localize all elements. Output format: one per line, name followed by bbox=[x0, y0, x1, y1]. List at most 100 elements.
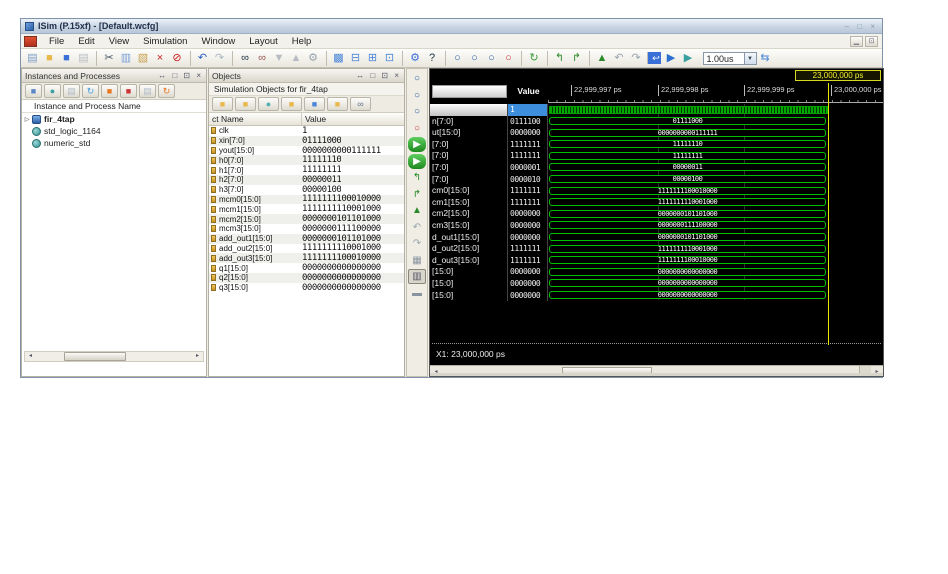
redo-icon[interactable]: ↷ bbox=[212, 51, 228, 66]
instances-column-header[interactable]: Instance and Process Name bbox=[22, 100, 206, 113]
waveform[interactable]: 0000000101101000 bbox=[548, 232, 883, 244]
run-back-icon[interactable]: ↶ bbox=[611, 51, 627, 66]
object-row[interactable]: yout[15:0] 0000000000111111 bbox=[209, 146, 404, 156]
cascade-windows-icon[interactable]: ▩ bbox=[325, 50, 347, 66]
filter-input-icon[interactable]: ■ bbox=[212, 97, 233, 111]
zoom-in-icon[interactable]: ○ bbox=[408, 71, 426, 86]
object-row[interactable]: h1[7:0] 11111111 bbox=[209, 165, 404, 175]
object-row[interactable]: mcm2[15:0] 0000000101101000 bbox=[209, 214, 404, 224]
new-icon[interactable]: ▤ bbox=[25, 51, 41, 66]
waveform[interactable]: 1111111100010000 bbox=[548, 185, 883, 197]
wave-signal-row[interactable]: d_out1[15:0] 0000000 0000000101101000 bbox=[430, 231, 883, 244]
waveform[interactable]: 11111110 bbox=[548, 139, 883, 151]
delete-icon[interactable]: × bbox=[152, 51, 168, 66]
find-remove-icon[interactable]: ∞ bbox=[254, 51, 270, 66]
wave-name-column-header[interactable] bbox=[432, 85, 507, 98]
run-forward-icon[interactable]: ↷ bbox=[628, 51, 644, 66]
object-row[interactable]: mcm0[15:0] 1111111100010000 bbox=[209, 194, 404, 204]
zoom-full-icon[interactable]: ○ bbox=[408, 104, 426, 119]
prev-transition-icon[interactable]: ↰ bbox=[408, 170, 426, 185]
tree-item[interactable]: numeric_std bbox=[22, 137, 206, 149]
wave-signal-name[interactable]: [15:0] bbox=[430, 266, 508, 278]
wave-signal-name[interactable]: cm2[15:0] bbox=[430, 208, 508, 220]
menu-item[interactable]: Layout bbox=[242, 35, 285, 48]
wave-signal-name[interactable]: d_out3[15:0] bbox=[430, 254, 508, 267]
window-controls[interactable]: – □ × bbox=[845, 22, 878, 31]
wave-cursor[interactable] bbox=[828, 83, 829, 345]
objects-grid-header[interactable]: ct Name Value bbox=[209, 113, 404, 126]
wave-signal-row[interactable]: cm2[15:0] 0000000 0000000101101000 bbox=[430, 208, 883, 220]
waveform[interactable]: 0000000000000000 bbox=[548, 266, 883, 278]
wrench-icon[interactable]: ⚙ bbox=[402, 50, 423, 66]
add-marker-icon[interactable]: ▲ bbox=[408, 203, 426, 218]
filter-internal-icon[interactable]: ■ bbox=[281, 97, 302, 111]
goto-time-icon[interactable]: ↩ bbox=[646, 52, 661, 64]
wave-signal-name[interactable]: [7:0] bbox=[430, 138, 508, 151]
wave-signal-row[interactable]: [7:0] 1111111 11111111 bbox=[430, 150, 883, 162]
zoom-in-icon[interactable]: ○ bbox=[444, 50, 466, 66]
filter-variable-icon[interactable]: ■ bbox=[327, 97, 348, 111]
zoom-full-icon[interactable]: ○ bbox=[484, 51, 500, 66]
reload-icon[interactable]: ↻ bbox=[82, 84, 99, 98]
pur-icon[interactable]: ■ bbox=[120, 84, 137, 98]
objects-panel-header[interactable]: Objects ↔ □ ⊡ × bbox=[209, 69, 404, 83]
menu-item[interactable]: Help bbox=[285, 35, 319, 48]
tree-expander[interactable]: ▷ bbox=[22, 116, 32, 123]
wave-signal-row[interactable]: cm1[15:0] 1111111 1111111110001000 bbox=[430, 196, 883, 209]
object-row[interactable]: add_out3[15:0] 1111111100010000 bbox=[209, 253, 404, 263]
cut-icon[interactable]: ✂ bbox=[96, 50, 117, 66]
waveform[interactable]: 1111111110001000 bbox=[548, 197, 883, 209]
settings-gear-icon[interactable]: ⚙ bbox=[305, 51, 321, 66]
package-icon[interactable]: ● bbox=[44, 84, 61, 98]
waveform[interactable] bbox=[548, 104, 883, 116]
step-icon[interactable]: ⇆ bbox=[757, 51, 773, 66]
next-transition-icon[interactable]: ↱ bbox=[408, 187, 426, 202]
object-row[interactable]: mcm1[15:0] 1111111110001000 bbox=[209, 204, 404, 214]
instance-icon[interactable]: ■ bbox=[25, 84, 42, 98]
wave-signal-name[interactable]: cm3[15:0] bbox=[430, 219, 508, 232]
object-row[interactable]: add_out2[15:0] 1111111110001000 bbox=[209, 243, 404, 253]
disable-icon[interactable]: ⊘ bbox=[169, 51, 185, 66]
menu-item[interactable]: File bbox=[42, 35, 71, 48]
print-icon[interactable]: ▤ bbox=[76, 51, 92, 66]
paste-icon[interactable]: ▧ bbox=[135, 51, 151, 66]
zoom-cursor-icon[interactable]: ○ bbox=[501, 51, 517, 66]
wave-signal-row[interactable]: [15:0] 0000000 0000000000000000 bbox=[430, 277, 883, 290]
waveform[interactable]: 0000000101101000 bbox=[548, 208, 883, 220]
break-icon[interactable]: ■ bbox=[101, 84, 118, 98]
filter-inout-icon[interactable]: ● bbox=[258, 97, 279, 111]
wave-signal-name[interactable]: d_out2[15:0] bbox=[430, 243, 508, 255]
wave-signal-row[interactable]: cm3[15:0] 0000000 0000000111100000 bbox=[430, 219, 883, 232]
wave-signal-row[interactable]: 1 bbox=[430, 104, 883, 116]
layout-icon[interactable]: ⊡ bbox=[382, 51, 398, 66]
search-objects-icon[interactable]: ∞ bbox=[350, 97, 371, 111]
wave-signal-name[interactable]: cm0[15:0] bbox=[430, 185, 508, 197]
wave-signal-row[interactable]: ut[15:0] 0000000 0000000000111111 bbox=[430, 127, 883, 139]
wave-signal-name[interactable] bbox=[430, 104, 508, 116]
wave-signal-row[interactable]: n[7:0] 0111100 01111000 bbox=[430, 115, 883, 128]
object-row[interactable]: add_out1[15:0] 0000000101101000 bbox=[209, 234, 404, 244]
instances-hscrollbar[interactable]: ◂ ▸ bbox=[24, 351, 204, 362]
source-icon[interactable]: ▤ bbox=[63, 84, 80, 98]
prev-event-icon[interactable]: ↰ bbox=[546, 50, 568, 66]
waveform[interactable]: 11111111 bbox=[548, 150, 883, 162]
wave-signal-name[interactable]: [15:0] bbox=[430, 289, 508, 302]
wave-signal-name[interactable]: [7:0] bbox=[430, 150, 508, 162]
waveform[interactable]: 0000000111100000 bbox=[548, 220, 883, 232]
run-all-icon[interactable]: ▶ bbox=[663, 51, 679, 66]
wave-signal-row[interactable]: [7:0] 0000001 00000011 bbox=[430, 161, 883, 174]
wave-signal-name[interactable]: [7:0] bbox=[430, 173, 508, 186]
wave-signal-row[interactable]: [15:0] 0000000 0000000000000000 bbox=[430, 289, 883, 302]
zoom-out-icon[interactable]: ○ bbox=[408, 88, 426, 103]
waveform[interactable]: 01111000 bbox=[548, 116, 883, 128]
object-row[interactable]: clk 1 bbox=[209, 126, 404, 136]
tree-item[interactable]: ▷ fir_4tap bbox=[22, 113, 206, 125]
zoom-out-icon[interactable]: ○ bbox=[467, 51, 483, 66]
next-event-icon[interactable]: ↱ bbox=[569, 51, 585, 66]
wave-signal-name[interactable]: cm1[15:0] bbox=[430, 196, 508, 209]
open-icon[interactable]: ■ bbox=[42, 51, 58, 66]
column-value[interactable]: Value bbox=[302, 113, 326, 125]
wave-signal-row[interactable]: [7:0] 0000010 00000100 bbox=[430, 173, 883, 186]
run-for-time-icon[interactable]: ▶ bbox=[680, 51, 696, 66]
object-row[interactable]: h0[7:0] 11111110 bbox=[209, 155, 404, 165]
